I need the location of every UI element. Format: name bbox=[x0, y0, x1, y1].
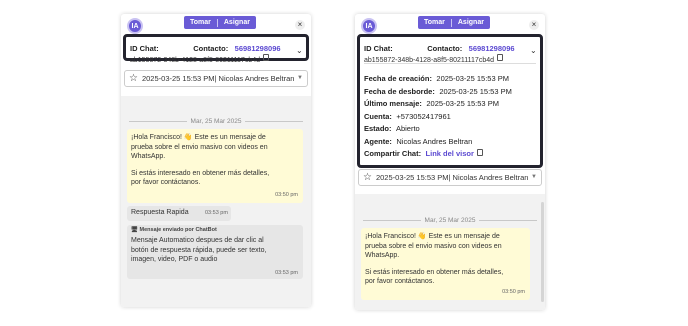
bot-message-bubble: 🖥 Mensaje enviado por ChatBot Mensaje Au… bbox=[127, 225, 303, 279]
quick-reply-time: 03:53 pm bbox=[205, 210, 228, 216]
account-value: +573052417961 bbox=[396, 111, 451, 121]
message-line: por favor contáctanos. bbox=[131, 179, 201, 186]
take-button[interactable]: Tomar bbox=[184, 19, 217, 26]
message-line: prueba sobre el envio masivo con videos … bbox=[365, 242, 502, 250]
message-bubble: ¡Hola Francisco! 👋 Este es un mensaje de… bbox=[361, 228, 530, 300]
date-label: Mar, 25 Mar 2025 bbox=[190, 117, 242, 125]
bot-message-line: Mensaje Automatico despues de dar clic a… bbox=[131, 237, 264, 244]
last-message-value: 2025-03-25 15:53 PM bbox=[426, 99, 499, 108]
chat-scrollbar[interactable] bbox=[541, 202, 544, 302]
ia-avatar: IA bbox=[127, 18, 143, 34]
copy-icon[interactable] bbox=[263, 54, 270, 62]
take-button[interactable]: Tomar bbox=[418, 19, 451, 26]
chat-panel-collapsed: IA Tomar Asignar × ID Chat: Contacto: 56… bbox=[121, 14, 311, 307]
chat-area: Mar, 25 Mar 2025 ¡Hola Francisco! 👋 Este… bbox=[121, 96, 311, 307]
close-icon[interactable]: × bbox=[529, 20, 539, 30]
message-bubble: ¡Hola Francisco! 👋 Este es un mensaje de… bbox=[127, 129, 303, 203]
conversation-select[interactable]: ☆ 2025-03-25 15:53 PM| Nicolas Andres Be… bbox=[124, 70, 308, 87]
bot-header: Mensaje enviado por ChatBot bbox=[139, 227, 217, 233]
message-line: Si estás interesado en obtener más detal… bbox=[131, 169, 270, 177]
message-line: prueba sobre el envio masivo con videos … bbox=[131, 143, 268, 151]
share-chat-label: Compartir Chat: bbox=[364, 149, 422, 158]
chevron-down-icon[interactable]: ⌄ bbox=[296, 46, 303, 55]
creation-label: Fecha de creación: bbox=[364, 74, 432, 83]
star-icon[interactable]: ☆ bbox=[129, 73, 138, 84]
copy-link-icon[interactable] bbox=[476, 149, 483, 156]
divider bbox=[364, 63, 536, 64]
bot-icon: 🖥 bbox=[131, 227, 138, 233]
message-line: WhatsApp. bbox=[131, 153, 166, 160]
bot-message-time: 03:53 pm bbox=[275, 270, 298, 276]
date-separator: Mar, 25 Mar 2025 bbox=[129, 116, 304, 126]
ia-avatar: IA bbox=[361, 18, 377, 34]
creation-value: 2025-03-25 15:53 PM bbox=[436, 74, 509, 83]
bot-message-line: imagen, video, PDF o audio bbox=[131, 256, 218, 263]
action-pill: Tomar Asignar bbox=[184, 16, 256, 29]
message-line: ¡Hola Francisco! 👋 Este es un mensaje de bbox=[365, 233, 500, 240]
copy-icon[interactable] bbox=[497, 54, 504, 62]
action-pill: Tomar Asignar bbox=[418, 16, 490, 29]
conversation-select-value: 2025-03-25 15:53 PM| Nicolas Andres Belt… bbox=[375, 173, 529, 182]
star-icon[interactable]: ☆ bbox=[363, 172, 372, 183]
close-icon[interactable]: × bbox=[295, 20, 305, 30]
assign-button[interactable]: Asignar bbox=[452, 19, 490, 26]
chevron-down-icon[interactable]: ⌄ bbox=[530, 46, 537, 55]
overflow-value: 2025-03-25 15:53 PM bbox=[439, 86, 512, 96]
panel-header: IA Tomar Asignar × bbox=[121, 14, 311, 34]
select-caret-icon: ▼ bbox=[297, 75, 303, 81]
message-time: 03:50 pm bbox=[275, 191, 298, 198]
date-separator: Mar, 25 Mar 2025 bbox=[363, 215, 538, 225]
message-line: WhatsApp. bbox=[365, 252, 400, 259]
account-label: Cuenta: bbox=[364, 111, 392, 121]
quick-reply-label: Respuesta Rapida bbox=[131, 209, 189, 216]
quick-reply-bubble: Respuesta Rapida 03:53 pm bbox=[127, 206, 231, 221]
conversation-select[interactable]: ☆ 2025-03-25 15:53 PM| Nicolas Andres Be… bbox=[358, 169, 542, 186]
assign-button[interactable]: Asignar bbox=[218, 19, 256, 26]
panel-header: IA Tomar Asignar × bbox=[355, 14, 545, 34]
chat-panel-expanded: IA Tomar Asignar × ID Chat: Contacto: 56… bbox=[355, 14, 545, 310]
select-caret-icon: ▼ bbox=[531, 174, 537, 180]
agent-label: Agente: bbox=[364, 136, 392, 146]
conversation-select-value: 2025-03-25 15:53 PM| Nicolas Andres Belt… bbox=[141, 74, 295, 83]
viewer-link[interactable]: Link del visor bbox=[426, 149, 474, 158]
message-time: 03:50 pm bbox=[502, 288, 525, 295]
chat-id-value: ab155872-348b-4128-a8f5-80211117cb4d bbox=[130, 57, 261, 64]
chat-info-box: ID Chat: Contacto: 56981298096 ab155872-… bbox=[123, 34, 309, 64]
state-label: Estado: bbox=[364, 124, 392, 133]
state-value: Abierto bbox=[395, 124, 420, 133]
chat-area: Mar, 25 Mar 2025 ¡Hola Francisco! 👋 Este… bbox=[355, 194, 545, 310]
chat-details: Fecha de creación: 2025-03-25 15:53 PM F… bbox=[364, 68, 512, 158]
agent-value: Nicolas Andres Beltran bbox=[396, 136, 473, 146]
date-label: Mar, 25 Mar 2025 bbox=[424, 216, 476, 224]
bot-message-line: botón de respuesta rápida, puede ser tex… bbox=[131, 246, 267, 254]
chat-info-box: ID Chat: Contacto: 56981298096 ab155872-… bbox=[357, 34, 543, 168]
message-line: por favor contáctanos. bbox=[365, 278, 435, 285]
message-line: Si estás interesado en obtener más detal… bbox=[365, 268, 504, 276]
message-line: ¡Hola Francisco! 👋 Este es un mensaje de bbox=[131, 134, 266, 141]
